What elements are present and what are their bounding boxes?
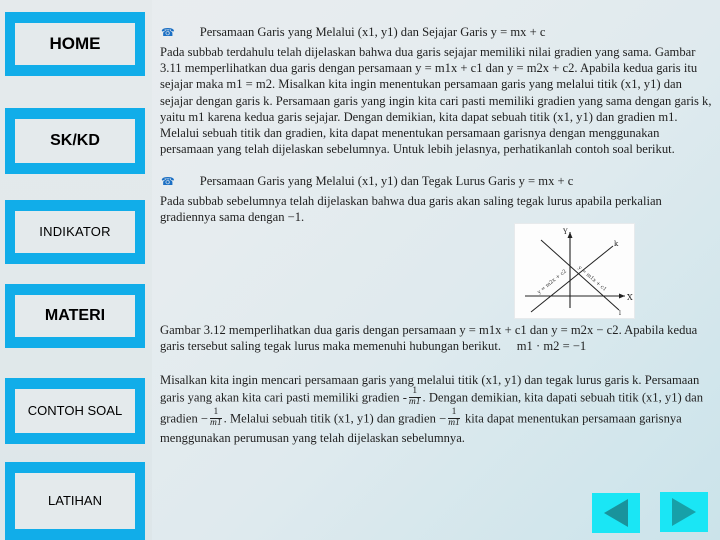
sidebar-item-skkd[interactable]: SK/KD bbox=[5, 108, 145, 174]
sidebar-item-home[interactable]: HOME bbox=[5, 12, 145, 76]
triangle-right-icon bbox=[672, 498, 696, 526]
fraction-numerator-a: 1 bbox=[412, 386, 418, 397]
paragraph-gambar-312: Gambar 3.12 memperlihatkan dua garis den… bbox=[160, 322, 716, 354]
section-heading-sejajar-text: Persamaan Garis yang Melalui (x1, y1) da… bbox=[199, 25, 546, 39]
sidebar-item-latihan[interactable]: LATIHAN bbox=[5, 462, 145, 540]
section-heading-tegak-lurus-text: Persamaan Garis yang Melalui (x1, y1) da… bbox=[199, 174, 574, 188]
axis-y-label: Y bbox=[562, 228, 568, 236]
sidebar-item-materi[interactable]: MATERI bbox=[5, 284, 145, 348]
relation-formula: m1 · m2 = −1 bbox=[516, 339, 587, 354]
sidebar-item-indikator[interactable]: INDIKATOR bbox=[5, 200, 145, 264]
sidebar-navigation: HOME SK/KD INDIKATOR MATERI CONTOH SOAL … bbox=[0, 0, 152, 540]
previous-slide-button[interactable] bbox=[592, 493, 640, 533]
next-slide-button[interactable] bbox=[660, 492, 708, 532]
ornament-bullet-icon-2: ☎ bbox=[161, 175, 175, 188]
axis-x-label: X bbox=[627, 293, 633, 302]
slide-canvas: HOME SK/KD INDIKATOR MATERI CONTOH SOAL … bbox=[0, 0, 720, 540]
sidebar-item-label-materi: MATERI bbox=[15, 295, 135, 337]
line-l-equation-label: y = m1x + c1 bbox=[576, 264, 608, 293]
fraction-numerator-c: 1 bbox=[451, 407, 457, 418]
figure-312-graph: X Y k l y = m2x + c2 y = m1x + c1 bbox=[514, 223, 635, 319]
line-l-label: l bbox=[619, 310, 621, 317]
sidebar-item-label-home: HOME bbox=[15, 23, 135, 65]
fraction-numerator-b: 1 bbox=[213, 407, 219, 418]
fraction-one-over-m1-c: 1 m1 bbox=[448, 407, 460, 429]
sidebar-item-label-contoh-soal: CONTOH SOAL bbox=[15, 389, 135, 433]
line-k-equation-label: y = m2x + c2 bbox=[536, 269, 568, 297]
paragraph-tegak-lurus: Pada subbab sebelumnya telah dijelaskan … bbox=[160, 194, 662, 225]
paragraph-gambar-312-text: Gambar 3.12 memperlihatkan dua garis den… bbox=[160, 323, 698, 354]
fraction-denominator-a: m1 bbox=[408, 397, 421, 408]
line-k-label: k bbox=[614, 240, 619, 248]
fraction-one-over-m1-b: 1 m1 bbox=[210, 407, 222, 429]
sidebar-item-contoh-soal[interactable]: CONTOH SOAL bbox=[5, 378, 145, 444]
fraction-denominator-b: m1 bbox=[210, 418, 222, 429]
fraction-one-over-m1-a: 1 m1 bbox=[408, 386, 421, 408]
sidebar-item-label-indikator: INDIKATOR bbox=[15, 211, 135, 253]
sidebar-item-label-latihan: LATIHAN bbox=[15, 473, 135, 529]
triangle-left-icon bbox=[604, 499, 628, 527]
paragraph-gradien-part3: . Melalui sebuah titik (x1, y1) dan grad… bbox=[223, 411, 447, 426]
figure-312-svg: X Y k l y = m2x + c2 y = m1x + c1 bbox=[525, 228, 633, 317]
sidebar-item-label-skkd: SK/KD bbox=[15, 119, 135, 163]
paragraph-gradien: Misalkan kita ingin mencari persamaan ga… bbox=[160, 372, 716, 446]
section-heading-tegak-lurus: ☎ Persamaan Garis yang Melalui (x1, y1) d… bbox=[161, 174, 573, 189]
ornament-bullet-icon: ☎ bbox=[161, 26, 175, 39]
content-area: ☎ Persamaan Garis yang Melalui (x1, y1) d… bbox=[155, 0, 720, 540]
fraction-denominator-c: m1 bbox=[448, 418, 460, 429]
paragraph-sejajar: Pada subbab terdahulu telah dijelaskan b… bbox=[160, 45, 712, 157]
section-heading-sejajar: ☎ Persamaan Garis yang Melalui (x1, y1) d… bbox=[161, 25, 545, 40]
